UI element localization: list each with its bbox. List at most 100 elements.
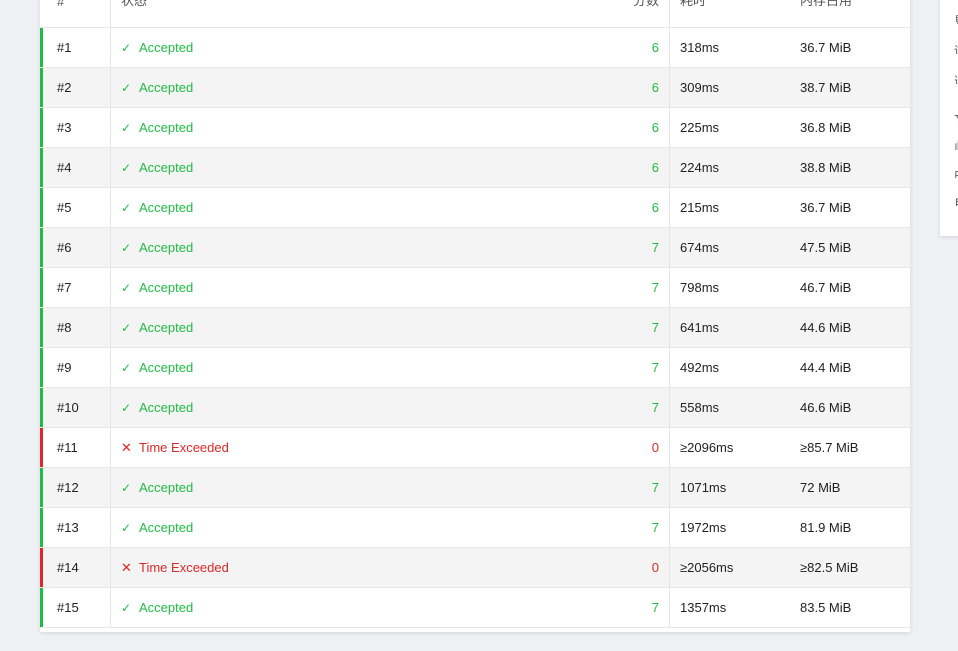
status-stripe	[40, 508, 43, 547]
time-cell: 224ms	[680, 160, 720, 175]
memory-cell: 46.7 MiB	[800, 280, 852, 295]
status-label: Accepted	[139, 40, 194, 55]
table-row[interactable]: #2 ✓ Accepted 6 309ms 38.7 MiB	[40, 68, 910, 108]
side-panel: 見 语 递 文 此 由 自	[940, 0, 958, 236]
status-cell[interactable]: ✓ Accepted	[111, 68, 598, 107]
status-label: Accepted	[139, 280, 194, 295]
side-text-fragment: 自	[954, 194, 958, 206]
score-cell: 7	[598, 588, 670, 627]
table-row[interactable]: #15 ✓ Accepted 7 1357ms 83.5 MiB	[40, 588, 910, 628]
side-text-fragment: 由	[954, 166, 958, 178]
status-cell[interactable]: ✓ Accepted	[111, 28, 598, 67]
table-row[interactable]: #5 ✓ Accepted 6 215ms 36.7 MiB	[40, 188, 910, 228]
table-row[interactable]: #8 ✓ Accepted 7 641ms 44.6 MiB	[40, 308, 910, 348]
check-icon: ✓	[121, 240, 132, 255]
testcase-id: #13	[40, 508, 111, 547]
memory-cell: 36.7 MiB	[800, 200, 852, 215]
status-cell[interactable]: ✓ Accepted	[111, 348, 598, 387]
status-stripe	[40, 588, 43, 627]
time-cell: 798ms	[680, 280, 720, 295]
cross-icon: ✕	[121, 439, 132, 455]
status-cell[interactable]: ✓ Accepted	[111, 268, 598, 307]
table-header: # 状态 分数 耗时 内存占用	[40, 0, 910, 28]
memory-cell: 83.5 MiB	[800, 600, 852, 615]
status-label: Accepted	[139, 160, 194, 175]
cross-icon: ✕	[121, 559, 132, 575]
check-icon: ✓	[121, 280, 132, 295]
status-cell[interactable]: ✓ Accepted	[111, 388, 598, 427]
status-cell[interactable]: ✓ Accepted	[111, 108, 598, 147]
side-text-fragment: 递	[954, 72, 958, 84]
testcase-id: #10	[40, 388, 111, 427]
time-cell: 1071ms	[680, 480, 727, 495]
testcase-id: #5	[40, 188, 111, 227]
table-row[interactable]: #6 ✓ Accepted 7 674ms 47.5 MiB	[40, 228, 910, 268]
status-cell[interactable]: ✕ Time Exceeded	[111, 548, 598, 587]
table-row[interactable]: #13 ✓ Accepted 7 1972ms 81.9 MiB	[40, 508, 910, 548]
score-cell: 6	[598, 188, 670, 227]
check-icon: ✓	[121, 200, 132, 215]
check-icon: ✓	[121, 160, 132, 175]
score-cell: 7	[598, 228, 670, 267]
table-row[interactable]: #3 ✓ Accepted 6 225ms 36.8 MiB	[40, 108, 910, 148]
status-cell[interactable]: ✓ Accepted	[111, 188, 598, 227]
score-cell: 7	[598, 468, 670, 507]
time-cell: 674ms	[680, 240, 720, 255]
testcase-id: #3	[40, 108, 111, 147]
testcase-id: #8	[40, 308, 111, 347]
time-cell: ≥2056ms	[680, 560, 734, 575]
status-stripe	[40, 348, 43, 387]
table-row[interactable]: #14 ✕ Time Exceeded 0 ≥2056ms ≥82.5 MiB	[40, 548, 910, 588]
status-cell[interactable]: ✓ Accepted	[111, 588, 598, 627]
status-stripe	[40, 68, 43, 107]
status-label: Accepted	[139, 360, 194, 375]
testcase-id: #14	[40, 548, 111, 587]
table-row[interactable]: #4 ✓ Accepted 6 224ms 38.8 MiB	[40, 148, 910, 188]
time-cell: 492ms	[680, 360, 720, 375]
memory-cell: 72 MiB	[800, 480, 841, 495]
time-cell: ≥2096ms	[680, 440, 734, 455]
status-cell[interactable]: ✓ Accepted	[111, 148, 598, 187]
memory-cell: 81.9 MiB	[800, 520, 852, 535]
testcase-id: #2	[40, 68, 111, 107]
time-cell: 1972ms	[680, 520, 727, 535]
status-cell[interactable]: ✓ Accepted	[111, 508, 598, 547]
score-cell: 0	[598, 548, 670, 587]
status-stripe	[40, 228, 43, 267]
status-cell[interactable]: ✓ Accepted	[111, 308, 598, 347]
status-cell[interactable]: ✓ Accepted	[111, 468, 598, 507]
status-stripe	[40, 108, 43, 147]
testcase-id: #12	[40, 468, 111, 507]
memory-cell: 36.7 MiB	[800, 40, 852, 55]
time-cell: 215ms	[680, 200, 720, 215]
score-cell: 7	[598, 308, 670, 347]
testcase-id: #6	[40, 228, 111, 267]
check-icon: ✓	[121, 40, 132, 55]
status-stripe	[40, 268, 43, 307]
status-stripe	[40, 188, 43, 227]
memory-cell: 44.4 MiB	[800, 360, 852, 375]
status-label: Time Exceeded	[139, 440, 229, 455]
testcase-id: #1	[40, 28, 111, 67]
table-row[interactable]: #11 ✕ Time Exceeded 0 ≥2096ms ≥85.7 MiB	[40, 428, 910, 468]
status-label: Accepted	[139, 80, 194, 95]
status-stripe	[40, 148, 43, 187]
memory-cell: ≥85.7 MiB	[800, 440, 859, 455]
check-icon: ✓	[121, 600, 132, 615]
table-row[interactable]: #10 ✓ Accepted 7 558ms 46.6 MiB	[40, 388, 910, 428]
score-cell: 6	[598, 108, 670, 147]
memory-cell: 38.8 MiB	[800, 160, 852, 175]
memory-cell: 46.6 MiB	[800, 400, 852, 415]
table-row[interactable]: #1 ✓ Accepted 6 318ms 36.7 MiB	[40, 28, 910, 68]
side-text-fragment: 此	[954, 138, 958, 150]
status-cell[interactable]: ✕ Time Exceeded	[111, 428, 598, 467]
status-label: Time Exceeded	[139, 560, 229, 575]
table-row[interactable]: #9 ✓ Accepted 7 492ms 44.4 MiB	[40, 348, 910, 388]
table-row[interactable]: #12 ✓ Accepted 7 1071ms 72 MiB	[40, 468, 910, 508]
header-time: 耗时	[680, 0, 707, 8]
score-cell: 0	[598, 428, 670, 467]
table-row[interactable]: #7 ✓ Accepted 7 798ms 46.7 MiB	[40, 268, 910, 308]
status-cell[interactable]: ✓ Accepted	[111, 228, 598, 267]
score-cell: 6	[598, 148, 670, 187]
side-text-fragment: 文	[954, 110, 958, 122]
